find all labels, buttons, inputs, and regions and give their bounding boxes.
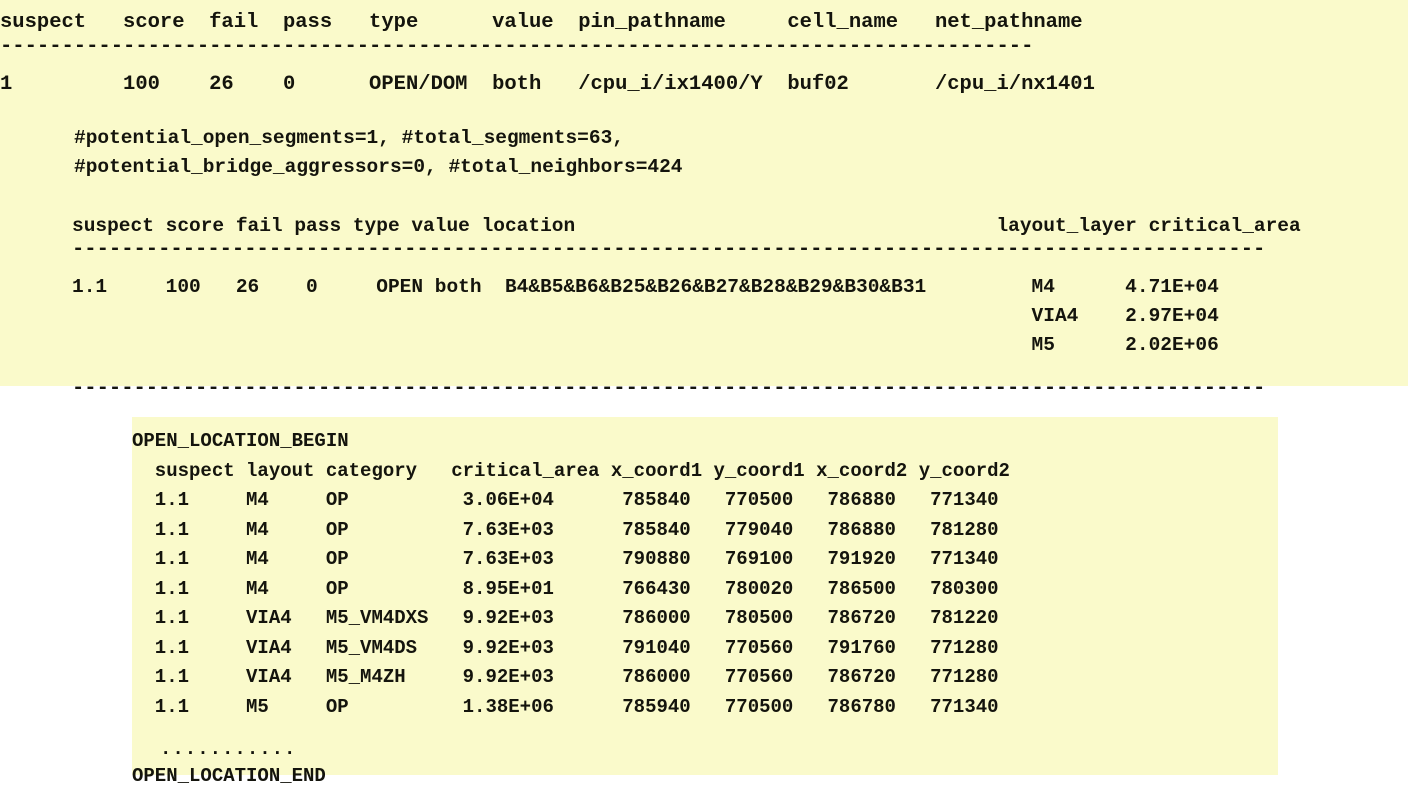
suspect-table-row: 1 100 26 0 OPEN/DOM both /cpu_i/ix1400/Y… bbox=[0, 73, 1095, 96]
table-row: 1.1 M5 OP 1.38E+06 785940 770500 786780 … bbox=[132, 695, 999, 718]
open-location-table-header: suspect layout category critical_area x_… bbox=[132, 459, 1010, 482]
suspect-report-panel: suspect score fail pass type value pin_p… bbox=[0, 0, 1416, 399]
statistics-block: #potential_open_segments=1, #total_segme… bbox=[0, 124, 1408, 182]
detail-table-row: M5 2.02E+06 bbox=[72, 334, 1219, 356]
detail-table-row: VIA4 2.97E+04 bbox=[72, 305, 1219, 327]
detail-table: suspect score fail pass type value locat… bbox=[0, 212, 1408, 400]
stat-line-open-segments: #potential_open_segments=1, #total_segme… bbox=[74, 127, 624, 149]
table-row: 1.1 VIA4 M5_VM4DS 9.92E+03 791040 770560… bbox=[132, 636, 999, 659]
table-row: 1.1 VIA4 M5_M4ZH 9.92E+03 786000 770560 … bbox=[132, 666, 999, 688]
open-location-begin-marker: OPEN_LOCATION_BEGIN bbox=[132, 430, 349, 452]
table-row: 1.1 M4 OP 8.95E+01 766430 780020 786500 … bbox=[132, 577, 999, 600]
suspect-table-header: suspect score fail pass type value pin_p… bbox=[0, 11, 1083, 34]
detail-table-header: suspect score fail pass type value locat… bbox=[72, 215, 1301, 237]
table-row: 1.1 M4 OP 7.63E+03 785840 779040 786880 … bbox=[132, 518, 999, 541]
open-location-panel: OPEN_LOCATION_BEGIN suspect layout categ… bbox=[132, 417, 1284, 787]
detail-table-row: 1.1 100 26 0 OPEN both B4&B5&B6&B25&B26&… bbox=[72, 276, 1219, 298]
table-row: 1.1 VIA4 M5_VM4DXS 9.92E+03 786000 78050… bbox=[132, 607, 999, 629]
open-location-end-marker: OPEN_LOCATION_END bbox=[132, 765, 326, 787]
stat-line-bridge-aggressors: #potential_bridge_aggressors=0, #total_n… bbox=[74, 156, 683, 178]
table-row: 1.1 M4 OP 3.06E+04 785840 770500 786880 … bbox=[132, 489, 999, 511]
detail-table-separator-top: ----------------------------------------… bbox=[72, 238, 1266, 261]
detail-table-separator-bottom: ----------------------------------------… bbox=[72, 377, 1266, 400]
table-row: 1.1 M4 OP 7.63E+03 790880 769100 791920 … bbox=[132, 548, 999, 570]
suspect-table-separator: ----------------------------------------… bbox=[0, 35, 1034, 58]
truncation-ellipsis: ........... bbox=[160, 738, 297, 760]
